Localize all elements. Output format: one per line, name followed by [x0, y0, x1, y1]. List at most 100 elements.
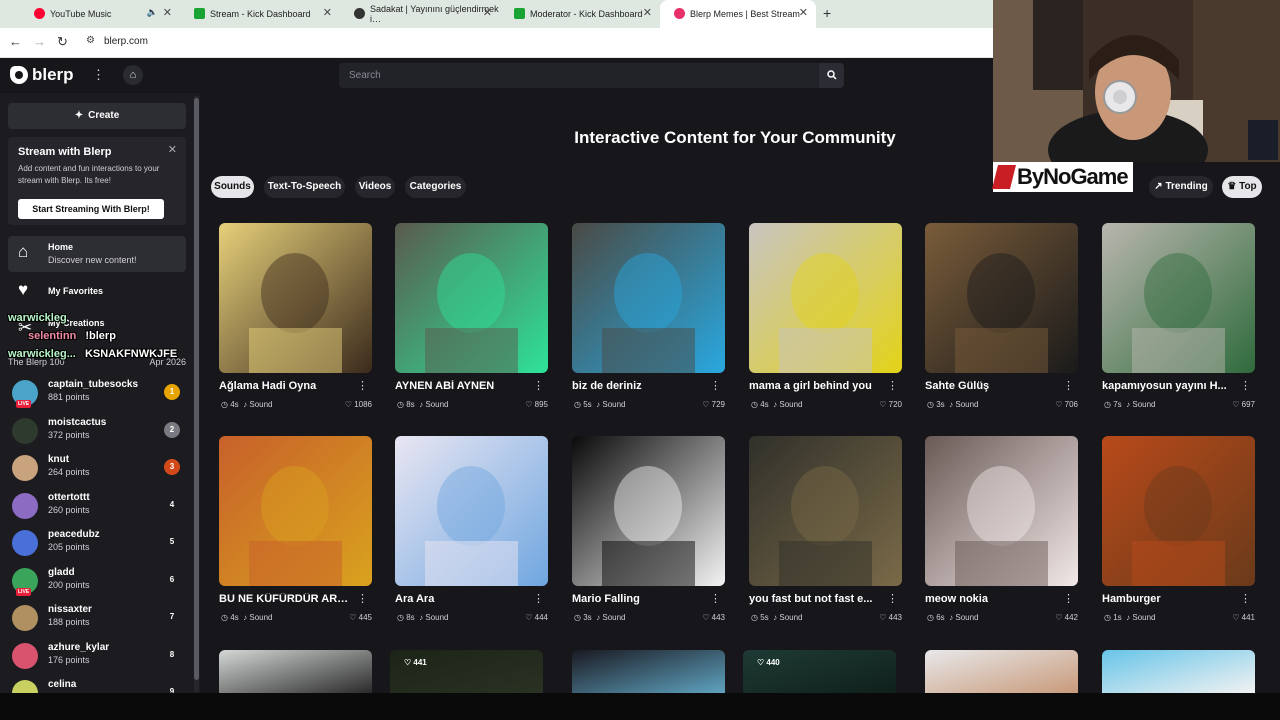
sound-likes[interactable]: ♡ 706 — [1055, 400, 1078, 409]
leaderboard-row[interactable]: ottertottt 260 points 4 — [12, 491, 184, 521]
leaderboard-row[interactable]: azhure_kylar 176 points 8 — [12, 641, 184, 671]
close-icon[interactable]: ✕ — [168, 143, 177, 156]
sound-card[interactable]: Ara Ara ⋮ ◷ 8s ♪ Sound ♡ 444 — [395, 436, 548, 626]
sound-card[interactable]: meow nokia ⋮ ◷ 6s ♪ Sound ♡ 442 — [925, 436, 1078, 626]
more-options-icon[interactable]: ⋮ — [533, 379, 544, 392]
more-options-icon[interactable]: ⋮ — [887, 592, 898, 605]
sound-card[interactable]: BU NE KÜFÜRDÜR ARK... ⋮ ◷ 4s ♪ Sound ♡ 445 — [219, 436, 372, 626]
sound-likes[interactable]: ♡ 443 — [879, 613, 902, 622]
sound-thumbnail[interactable] — [572, 436, 725, 586]
start-streaming-button[interactable]: Start Streaming With Blerp! — [18, 199, 164, 219]
sound-title[interactable]: kapamıyosun yayını H... — [1102, 380, 1237, 392]
sound-title[interactable]: meow nokia — [925, 593, 1060, 605]
leaderboard-row[interactable]: knut 264 points 3 — [12, 453, 184, 483]
tab-categories[interactable]: Categories — [405, 176, 466, 198]
sound-card[interactable]: biz de deriniz ⋮ ◷ 5s ♪ Sound ♡ 729 — [572, 223, 725, 413]
leaderboard-row[interactable]: moistcactus 372 points 2 — [12, 416, 184, 446]
close-icon[interactable]: ✕ — [163, 6, 172, 19]
more-options-icon[interactable]: ⋮ — [357, 592, 368, 605]
more-options-icon[interactable]: ⋮ — [533, 592, 544, 605]
browser-tab-kick-moderator[interactable]: Moderator - Kick Dashboard ✕ — [500, 0, 660, 28]
search-button[interactable] — [819, 63, 844, 88]
browser-tab-sadakat[interactable]: Sadakat | Yayınını güçlendirmek i… ✕ — [340, 0, 500, 28]
sound-likes[interactable]: ♡ 1086 — [345, 400, 372, 409]
sound-thumbnail[interactable]: ♡ 441 — [390, 650, 543, 693]
sidebar-item-home[interactable]: ⌂ Home Discover new content! — [8, 236, 186, 272]
sound-card[interactable]: AYNEN ABİ AYNEN ⋮ ◷ 8s ♪ Sound ♡ 895 — [395, 223, 548, 413]
sound-card[interactable]: Ağlama Hadi Oyna ⋮ ◷ 4s ♪ Sound ♡ 1086 — [219, 223, 372, 413]
leaderboard-row[interactable]: peacedubz 205 points 5 — [12, 528, 184, 558]
sound-card[interactable]: Mario Falling ⋮ ◷ 3s ♪ Sound ♡ 443 — [572, 436, 725, 626]
sound-likes[interactable]: ♡ 445 — [349, 613, 372, 622]
sound-title[interactable]: Hamburger — [1102, 593, 1237, 605]
more-options-icon[interactable]: ⋮ — [710, 592, 721, 605]
sound-thumbnail[interactable] — [1102, 436, 1255, 586]
reload-icon[interactable]: ↻ — [57, 34, 68, 50]
sound-thumbnail[interactable] — [1102, 650, 1255, 693]
browser-tab-blerp[interactable]: Blerp Memes | Best Streamer Sou… ✕ — [660, 0, 816, 28]
sound-card[interactable]: Sahte Gülüş ⋮ ◷ 3s ♪ Sound ♡ 706 — [925, 223, 1078, 413]
sound-likes[interactable]: ♡ 441 — [1232, 613, 1255, 622]
sound-title[interactable]: Sahte Gülüş — [925, 380, 1060, 392]
sound-thumbnail[interactable] — [572, 223, 725, 373]
more-options-icon[interactable]: ⋮ — [1063, 592, 1074, 605]
url-text[interactable]: blerp.com — [104, 36, 148, 47]
sound-likes[interactable]: ♡ 895 — [525, 400, 548, 409]
sound-title[interactable]: biz de deriniz — [572, 380, 707, 392]
sound-thumbnail[interactable] — [749, 436, 902, 586]
sound-likes[interactable]: ♡ 720 — [879, 400, 902, 409]
sound-card[interactable]: kapamıyosun yayını H... ⋮ ◷ 7s ♪ Sound ♡ 69… — [1102, 223, 1255, 413]
sound-likes[interactable]: ♡ 442 — [1055, 613, 1078, 622]
browser-tab-youtube-music[interactable]: YouTube Music 🔈 ✕ — [20, 0, 180, 28]
sound-title[interactable]: Ara Ara — [395, 593, 530, 605]
close-icon[interactable]: ✕ — [643, 6, 652, 19]
more-options-icon[interactable]: ⋮ — [887, 379, 898, 392]
sound-title[interactable]: BU NE KÜFÜRDÜR ARK... — [219, 593, 354, 605]
sound-title[interactable]: mama a girl behind you — [749, 380, 884, 392]
more-options-icon[interactable]: ⋮ — [1240, 592, 1251, 605]
sound-thumbnail[interactable] — [1102, 223, 1255, 373]
sidebar-scroll-thumb[interactable] — [194, 98, 199, 680]
speaker-icon[interactable]: 🔈 — [147, 7, 158, 18]
more-menu-icon[interactable]: ⋮ — [92, 67, 105, 83]
leaderboard-row[interactable]: nissaxter 188 points 7 — [12, 603, 184, 633]
close-icon[interactable]: ✕ — [483, 6, 492, 19]
sound-card[interactable]: Hamburger ⋮ ◷ 1s ♪ Sound ♡ 441 — [1102, 436, 1255, 626]
sort-trending-button[interactable]: ↗ Trending — [1149, 176, 1213, 198]
sound-thumbnail[interactable] — [572, 650, 725, 693]
sound-title[interactable]: Ağlama Hadi Oyna — [219, 380, 354, 392]
home-icon[interactable]: ⌂ — [123, 65, 143, 85]
sort-top-button[interactable]: ♛ Top — [1222, 176, 1262, 198]
sound-card[interactable]: you fast but not fast e... ⋮ ◷ 5s ♪ Sound ♡… — [749, 436, 902, 626]
sound-thumbnail[interactable] — [395, 436, 548, 586]
sound-title[interactable]: AYNEN ABİ AYNEN — [395, 380, 530, 392]
leaderboard-row[interactable]: LIVE gladd 200 points 6 — [12, 566, 184, 596]
sound-likes[interactable]: ♡ 443 — [702, 613, 725, 622]
more-options-icon[interactable]: ⋮ — [1063, 379, 1074, 392]
sound-card[interactable]: mama a girl behind you ⋮ ◷ 4s ♪ Sound ♡ 720 — [749, 223, 902, 413]
leaderboard-row[interactable]: celina 9 — [12, 678, 184, 693]
tab-sounds[interactable]: Sounds — [211, 176, 254, 198]
sidebar-item-favorites[interactable]: ♥ My Favorites — [8, 279, 186, 303]
site-info-icon[interactable]: ⚙ — [86, 35, 95, 46]
search-input[interactable]: Search — [339, 63, 819, 88]
sound-thumbnail[interactable] — [925, 223, 1078, 373]
forward-icon[interactable]: → — [33, 34, 46, 49]
back-icon[interactable]: ← — [9, 34, 22, 49]
browser-tab-kick-stream[interactable]: Stream - Kick Dashboard ✕ — [180, 0, 340, 28]
sound-thumbnail[interactable] — [925, 650, 1078, 693]
sound-likes[interactable]: ♡ 697 — [1232, 400, 1255, 409]
sound-title[interactable]: Mario Falling — [572, 593, 707, 605]
new-tab-button[interactable]: + — [823, 5, 831, 21]
create-button[interactable]: ✦ Create — [8, 103, 186, 129]
sound-title[interactable]: you fast but not fast e... — [749, 593, 884, 605]
sound-thumbnail[interactable] — [749, 223, 902, 373]
close-icon[interactable]: ✕ — [323, 6, 332, 19]
sound-thumbnail[interactable] — [925, 436, 1078, 586]
more-options-icon[interactable]: ⋮ — [710, 379, 721, 392]
more-options-icon[interactable]: ⋮ — [1240, 379, 1251, 392]
sound-likes[interactable]: ♡ 729 — [702, 400, 725, 409]
sound-thumbnail[interactable] — [219, 223, 372, 373]
leaderboard-row[interactable]: LIVE captain_tubesocks 881 points 1 — [12, 378, 184, 408]
sound-likes[interactable]: ♡ 444 — [525, 613, 548, 622]
